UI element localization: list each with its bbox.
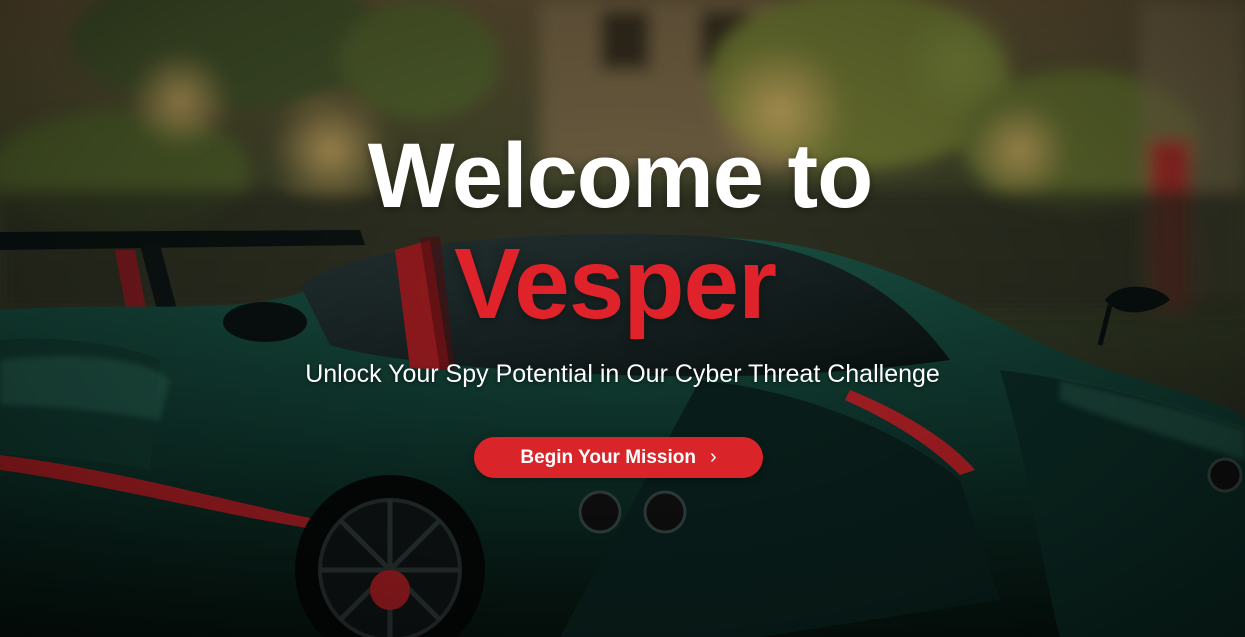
hero-title-welcome: Welcome to xyxy=(367,125,874,227)
hero-section: Welcome to Vesper Unlock Your Spy Potent… xyxy=(0,0,1245,637)
begin-mission-label: Begin Your Mission xyxy=(520,446,696,468)
hero-subtitle: Unlock Your Spy Potential in Our Cyber T… xyxy=(305,360,940,388)
hero-title-brand: Vesper xyxy=(453,228,777,340)
chevron-right-icon: › xyxy=(709,445,717,468)
begin-mission-button[interactable]: Begin Your Mission › xyxy=(474,437,763,478)
hero-content: Welcome to Vesper Unlock Your Spy Potent… xyxy=(0,130,1245,389)
